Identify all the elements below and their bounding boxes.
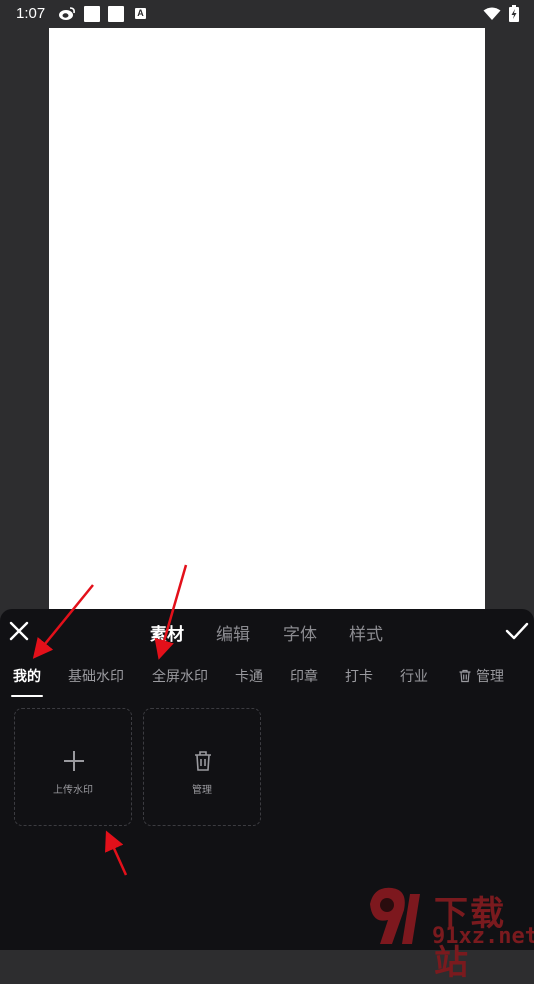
category-tab-basic-watermark[interactable]: 基础水印 [68, 666, 124, 686]
trash-icon [195, 751, 211, 771]
square-icon [84, 6, 100, 22]
manage-tab[interactable]: 管理 [458, 666, 504, 686]
tab-font[interactable]: 字体 [283, 620, 317, 645]
category-tab-cartoon[interactable]: 卡通 [235, 666, 263, 686]
plus-icon [64, 751, 84, 771]
watermark-bottom-text: 91xz.net [432, 924, 534, 949]
category-tab-check-in[interactable]: 打卡 [345, 666, 373, 686]
category-tab-industry[interactable]: 行业 [400, 666, 428, 686]
watermark-canvas[interactable] [49, 28, 485, 613]
status-bar: 1:07 A [0, 0, 534, 28]
category-tab-seal[interactable]: 印章 [290, 666, 318, 686]
tab-style[interactable]: 样式 [349, 620, 383, 645]
site-logo-icon [370, 887, 420, 944]
category-tab-fullscreen-watermark[interactable]: 全屏水印 [152, 666, 208, 686]
upload-watermark-tile[interactable]: 上传水印 [14, 708, 132, 826]
weibo-icon [59, 7, 75, 20]
manage-tile-label: 管理 [192, 785, 212, 796]
wifi-icon [483, 7, 501, 20]
tab-material[interactable]: 素材 [150, 620, 184, 645]
trash-icon [459, 669, 471, 683]
active-tab-indicator [11, 695, 43, 697]
status-time: 1:07 [16, 5, 46, 22]
battery-charging-icon [509, 5, 519, 22]
manage-tile[interactable]: 管理 [143, 708, 261, 826]
tab-edit[interactable]: 编辑 [216, 620, 250, 645]
site-watermark: 下载站 91xz.net [360, 884, 534, 983]
upload-watermark-label: 上传水印 [53, 785, 93, 796]
manage-tab-label: 管理 [476, 669, 504, 685]
square-icon [108, 6, 124, 22]
a-notification-icon: A [135, 8, 146, 19]
confirm-check-icon[interactable] [505, 621, 529, 641]
close-icon[interactable] [9, 621, 29, 641]
category-tab-mine[interactable]: 我的 [13, 666, 41, 686]
